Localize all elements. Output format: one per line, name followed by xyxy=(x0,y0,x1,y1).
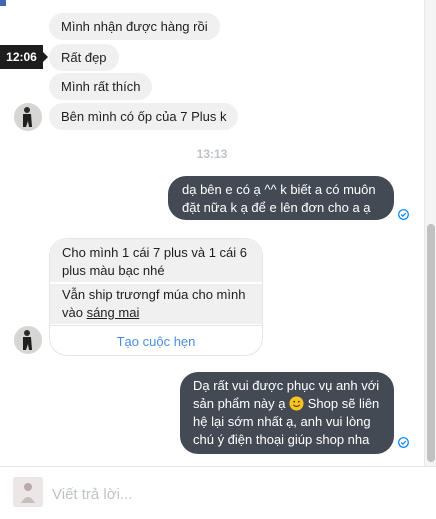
message-text: Mình nhận được hàng rồi xyxy=(61,18,208,34)
smiley-emoji-icon xyxy=(289,396,304,411)
reply-composer xyxy=(0,466,436,519)
date-link[interactable]: sáng mai xyxy=(87,305,140,320)
card-text-middle: Vẫn ship trươngf múa cho mình vào sáng m… xyxy=(50,284,262,324)
message-thread[interactable]: Mình nhận được hàng rồi 12:06 Rất đẹp Mì… xyxy=(0,0,424,466)
time-divider: 13:13 xyxy=(0,147,424,161)
scrollbar-thumb[interactable] xyxy=(427,224,435,462)
incoming-message: Rất đẹp xyxy=(49,44,119,71)
message-line: đặt nữa k ạ để e lên đơn cho a ạ xyxy=(182,200,371,215)
message-text: Mình rất thích xyxy=(61,78,141,94)
message-line: plus màu bạc nhé xyxy=(62,263,165,278)
chat-window: Mình nhận được hàng rồi 12:06 Rất đẹp Mì… xyxy=(0,0,436,519)
person-icon xyxy=(13,477,43,507)
incoming-message: Mình nhận được hàng rồi xyxy=(49,13,220,40)
person-icon xyxy=(14,326,42,354)
message-line: sản phẩm này ạ Shop sẽ liên xyxy=(193,395,381,413)
incoming-message: Mình rất thích xyxy=(49,73,153,100)
person-icon xyxy=(14,103,42,131)
reply-input[interactable] xyxy=(52,483,412,505)
message-text-part: Shop sẽ liên xyxy=(304,396,380,411)
message-line: Vẫn ship trươngf múa cho mình xyxy=(62,286,250,304)
message-text-part: vào xyxy=(62,305,87,320)
message-line: vào sáng mai xyxy=(62,304,250,322)
sender-avatar[interactable] xyxy=(14,326,42,354)
message-text-part: f múa cho mình xyxy=(155,287,246,302)
create-appointment-button[interactable]: Tạo cuộc hẹn xyxy=(50,325,262,355)
sender-avatar[interactable] xyxy=(14,103,42,131)
divider-time-text: 13:13 xyxy=(196,147,228,161)
card-text-top: Cho mình 1 cái 7 plus và 1 cái 6 plus mà… xyxy=(50,239,262,282)
outgoing-message: dạ bên e có ạ ^^ k biết a có muôn đặt nữ… xyxy=(168,176,394,220)
page-avatar xyxy=(13,477,43,507)
tooltip-time: 12:06 xyxy=(6,50,37,64)
message-time-tooltip: 12:06 xyxy=(0,45,48,69)
message-card: Cho mình 1 cái 7 plus và 1 cái 6 plus mà… xyxy=(49,238,263,356)
message-text-part: Vẫn ship trương xyxy=(62,287,156,302)
message-line: chú ý điện thoại giúp shop nha xyxy=(193,432,370,447)
message-text: Rất đẹp xyxy=(61,49,107,65)
seen-check-icon xyxy=(398,209,409,220)
message-line: hệ lại sớm nhất ạ, anh vui lòng xyxy=(193,414,371,429)
message-text-part: sản phẩm này ạ xyxy=(193,396,290,411)
outgoing-message: Dạ rất vui được phục vụ anh với sản phẩm… xyxy=(180,372,394,454)
incoming-message: Bên mình có ốp của 7 Plus k xyxy=(49,103,239,130)
message-text: Bên mình có ốp của 7 Plus k xyxy=(61,108,227,124)
seen-check-icon xyxy=(398,437,409,448)
scrollbar[interactable] xyxy=(424,0,436,466)
message-line: Dạ rất vui được phục vụ anh với xyxy=(193,378,380,393)
message-line: dạ bên e có ạ ^^ k biết a có muôn xyxy=(182,182,376,197)
message-line: Cho mình 1 cái 7 plus và 1 cái 6 xyxy=(62,245,247,260)
